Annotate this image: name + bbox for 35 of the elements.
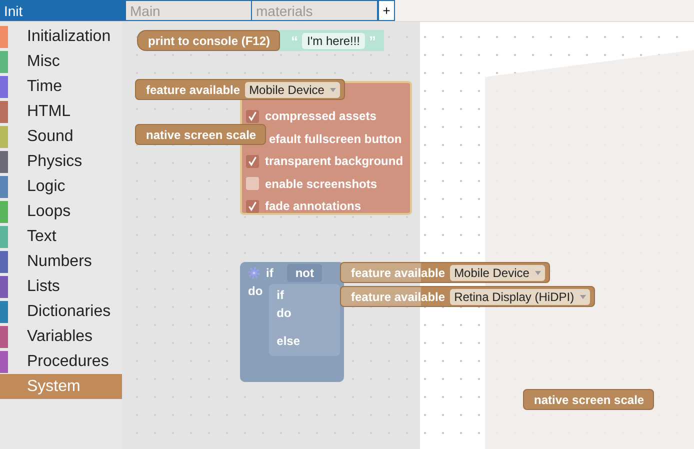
- category-item[interactable]: Lists: [0, 274, 122, 299]
- keyword: if: [276, 287, 286, 304]
- category-item[interactable]: Dictionaries: [0, 299, 122, 324]
- setting-label: compressed assets: [265, 109, 376, 124]
- option-dropdown[interactable]: Retina Display (HiDPI): [450, 288, 590, 304]
- setting-label: fade annotations: [265, 199, 362, 214]
- category-item[interactable]: Sound: [0, 124, 122, 149]
- option-dropdown[interactable]: Mobile Device: [450, 264, 546, 280]
- feature-block[interactable]: feature available Retina Display (HiDPI): [340, 286, 596, 307]
- text-block[interactable]: “ I'm here!!! ”: [277, 30, 384, 51]
- option-dropdown[interactable]: Mobile Device: [245, 82, 340, 98]
- keyword: do: [248, 283, 263, 300]
- setting-label: efault fullscreen button: [269, 132, 402, 146]
- category-item[interactable]: Initialization: [0, 24, 122, 49]
- keyword: else: [276, 333, 300, 350]
- category-item[interactable]: Misc: [0, 49, 122, 74]
- text-value-field[interactable]: I'm here!!!: [302, 32, 365, 48]
- not-block: not: [287, 264, 322, 282]
- category-item[interactable]: Logic: [0, 174, 122, 199]
- feature-block[interactable]: feature available Mobile Device: [340, 262, 550, 283]
- category-item[interactable]: Variables: [0, 324, 122, 349]
- category-item[interactable]: Time: [0, 74, 122, 99]
- category-item[interactable]: Physics: [0, 149, 122, 174]
- category-item[interactable]: Procedures: [0, 349, 122, 374]
- feature-block[interactable]: feature available Mobile Device: [135, 79, 346, 100]
- setting-label: transparent background: [265, 154, 404, 168]
- category-item[interactable]: Text: [0, 224, 122, 249]
- setting-label: enable screenshots: [265, 176, 378, 191]
- category-item[interactable]: Loops: [0, 199, 122, 224]
- add-tab-button[interactable]: +: [378, 0, 395, 21]
- category-item[interactable]: HTML: [0, 99, 122, 124]
- category-item[interactable]: Numbers: [0, 249, 122, 274]
- keyword: do: [276, 305, 292, 322]
- tab[interactable]: Init: [0, 0, 126, 21]
- keyword: if: [266, 265, 274, 282]
